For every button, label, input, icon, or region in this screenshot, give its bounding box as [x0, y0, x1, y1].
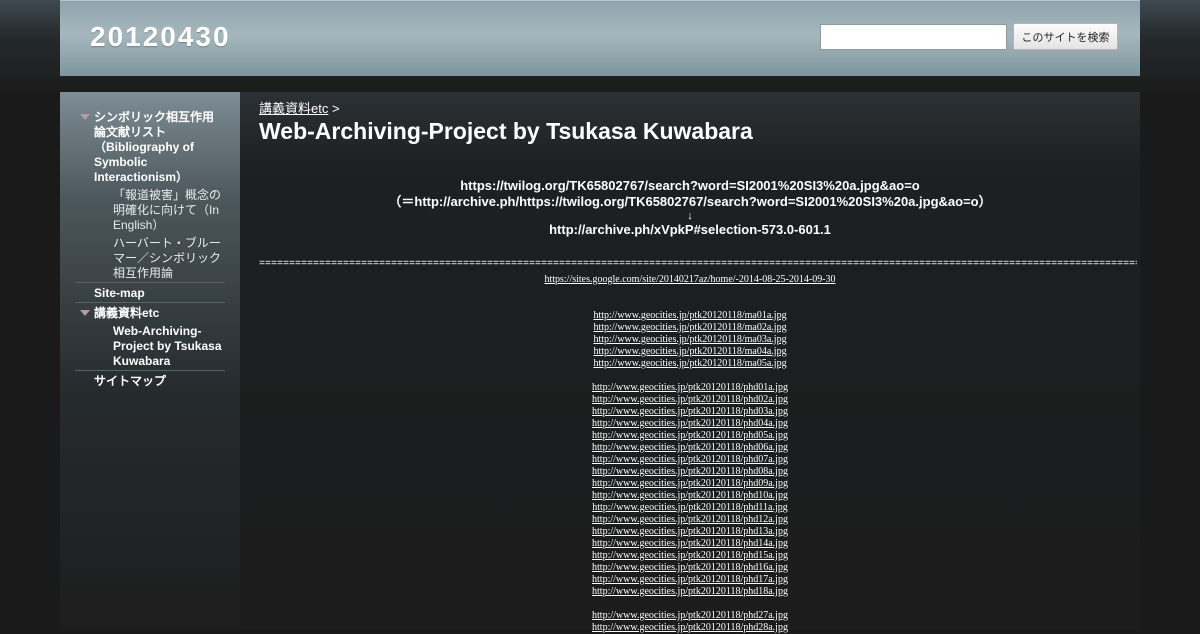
expand-triangle-icon[interactable]	[80, 310, 90, 316]
image-link[interactable]: http://www.geocities.jp/ptk20120118/ma04…	[593, 346, 786, 357]
site-title[interactable]: 20120430	[90, 21, 231, 53]
image-link[interactable]: http://www.geocities.jp/ptk20120118/phd1…	[592, 502, 788, 513]
sidebar-divider	[75, 302, 225, 303]
image-link[interactable]: http://www.geocities.jp/ptk20120118/phd1…	[592, 490, 788, 501]
sidebar-item-media-harm[interactable]: 「報道被害」概念の明確化に向けて（In English）	[75, 188, 225, 233]
image-link[interactable]: http://www.geocities.jp/ptk20120118/phd1…	[592, 574, 788, 585]
sidebar-item-blumer[interactable]: ハーバート・ブルーマー／シンボリック相互作用論	[75, 236, 225, 281]
image-link[interactable]: http://www.geocities.jp/ptk20120118/phd0…	[592, 418, 788, 429]
archive-selection-text: http://archive.ph/xVpkP#selection-573.0-…	[549, 222, 831, 237]
sidebar-item-label: ハーバート・ブルーマー／シンボリック相互作用論	[113, 236, 222, 280]
search-button[interactable]: このサイトを検索	[1013, 23, 1118, 50]
down-arrow-icon: ↓	[687, 210, 693, 222]
page-title: Web-Archiving-Project by Tsukasa Kuwabar…	[259, 118, 753, 144]
twilog-url-text: https://twilog.org/TK65802767/search?wor…	[460, 178, 920, 193]
image-link[interactable]: http://www.geocities.jp/ptk20120118/phd2…	[592, 622, 788, 633]
image-link[interactable]: http://www.geocities.jp/ptk20120118/phd0…	[592, 382, 788, 393]
image-link[interactable]: http://www.geocities.jp/ptk20120118/phd1…	[592, 562, 788, 573]
expand-triangle-icon[interactable]	[80, 114, 90, 120]
breadcrumb-link[interactable]: 講義資料etc	[259, 101, 328, 116]
image-link[interactable]: http://www.geocities.jp/ptk20120118/phd0…	[592, 466, 788, 477]
image-link[interactable]: http://www.geocities.jp/ptk20120118/phd0…	[592, 406, 788, 417]
image-link[interactable]: http://www.geocities.jp/ptk20120118/phd0…	[592, 454, 788, 465]
image-link[interactable]: http://www.geocities.jp/ptk20120118/ma03…	[593, 334, 786, 345]
sidebar-item-label: 「報道被害」概念の明確化に向けて（In English）	[113, 188, 222, 232]
sites-google-link[interactable]: https://sites.google.com/site/20140217az…	[544, 274, 835, 285]
archive-url-text: （＝http://archive.ph/https://twilog.org/T…	[388, 194, 992, 209]
sidebar-divider	[75, 370, 225, 371]
image-link[interactable]: http://www.geocities.jp/ptk20120118/ma05…	[593, 358, 786, 369]
image-link[interactable]: http://www.geocities.jp/ptk20120118/ma02…	[593, 322, 786, 333]
sidebar-item-web-archiving[interactable]: Web-Archiving-Project by Tsukasa Kuwabar…	[75, 324, 225, 369]
image-link[interactable]: http://www.geocities.jp/ptk20120118/phd1…	[592, 526, 788, 537]
image-link[interactable]: http://www.geocities.jp/ptk20120118/phd1…	[592, 514, 788, 525]
sidebar: シンボリック相互作用論文献リスト（Bibliography of Symboli…	[60, 92, 240, 630]
site-header: 20120430 このサイトを検索	[60, 0, 1140, 76]
sidebar-nav: シンボリック相互作用論文献リスト（Bibliography of Symboli…	[75, 110, 225, 389]
sidebar-item-bibliography[interactable]: シンボリック相互作用論文献リスト（Bibliography of Symboli…	[75, 110, 225, 185]
page-body-intro: https://twilog.org/TK65802767/search?wor…	[259, 178, 1121, 238]
image-link[interactable]: http://www.geocities.jp/ptk20120118/ma01…	[593, 310, 786, 321]
sidebar-divider	[75, 282, 225, 283]
image-link[interactable]: http://www.geocities.jp/ptk20120118/phd0…	[592, 430, 788, 441]
sidebar-item-lecture-materials[interactable]: 講義資料etc	[75, 306, 225, 321]
breadcrumb: 講義資料etc >	[259, 98, 340, 117]
sidebar-item-site-map[interactable]: Site-map	[75, 286, 225, 301]
link-list: https://sites.google.com/site/20140217az…	[259, 274, 1121, 634]
sidebar-item-label: Site-map	[94, 286, 145, 300]
sidebar-item-label: Web-Archiving-Project by Tsukasa Kuwabar…	[113, 324, 222, 368]
main-content: 講義資料etc > Web-Archiving-Project by Tsuka…	[240, 92, 1140, 633]
sidebar-item-label: シンボリック相互作用論文献リスト（Bibliography of Symboli…	[94, 110, 215, 184]
breadcrumb-separator: >	[331, 101, 340, 116]
sidebar-item-label: サイトマップ	[94, 374, 167, 388]
sidebar-item-sitemap-ja[interactable]: サイトマップ	[75, 374, 225, 389]
image-link[interactable]: http://www.geocities.jp/ptk20120118/phd0…	[592, 394, 788, 405]
search-input[interactable]	[820, 24, 1007, 50]
image-link[interactable]: http://www.geocities.jp/ptk20120118/phd1…	[592, 550, 788, 561]
image-link[interactable]: http://www.geocities.jp/ptk20120118/phd1…	[592, 538, 788, 549]
image-link[interactable]: http://www.geocities.jp/ptk20120118/phd2…	[592, 610, 788, 621]
sidebar-item-label: 講義資料etc	[94, 306, 160, 320]
image-link[interactable]: http://www.geocities.jp/ptk20120118/phd0…	[592, 478, 788, 489]
separator-rule: ========================================…	[259, 259, 1137, 270]
image-link[interactable]: http://www.geocities.jp/ptk20120118/phd0…	[592, 442, 788, 453]
image-link[interactable]: http://www.geocities.jp/ptk20120118/phd1…	[592, 586, 788, 597]
